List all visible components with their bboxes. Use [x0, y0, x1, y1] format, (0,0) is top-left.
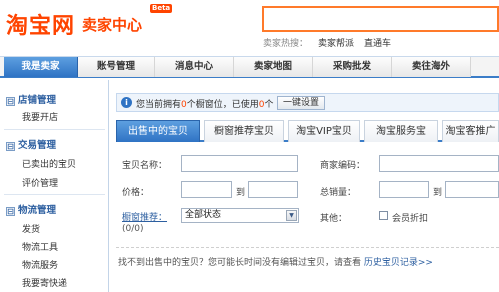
tab-taobaoke[interactable]: 淘宝客推广 [442, 120, 499, 142]
tab-vip-items[interactable]: 淘宝VIP宝贝 [288, 120, 360, 142]
collapse-icon[interactable]: ⊟ [6, 207, 15, 216]
item-name-input[interactable] [181, 155, 298, 172]
sidebar-section-label: 交易管理 [18, 140, 57, 151]
window-status-value: 全部状态 [185, 210, 222, 220]
sales-to-label: 到 [433, 188, 443, 198]
window-status-select[interactable]: 全部状态 ▼ [181, 208, 299, 223]
hot-search-label: 卖家热搜： [263, 39, 309, 49]
tab-service-items[interactable]: 淘宝服务宝 [364, 120, 438, 142]
sidebar-item-reviews[interactable]: 评价管理 [22, 176, 58, 189]
merchant-code-label: 商家编码： [320, 161, 366, 171]
sidebar-item-send-express[interactable]: 我要寄快递 [22, 276, 67, 289]
sidebar-item-logistics-service[interactable]: 物流服务 [22, 258, 58, 271]
main-nav: 我是卖家 账号管理 消息中心 卖家地图 采购批发 卖往海外 [0, 56, 499, 78]
sidebar-section-label: 店铺管理 [18, 95, 57, 106]
tab-on-sale[interactable]: 出售中的宝贝 [116, 120, 200, 142]
beta-badge: Beta [150, 4, 173, 13]
seller-center-title: 卖家中心 [82, 16, 143, 34]
history-records-link[interactable]: 历史宝贝记录>> [364, 258, 433, 268]
sales-max-input[interactable] [445, 181, 499, 198]
sidebar-item-logistics-tools[interactable]: 物流工具 [22, 240, 58, 253]
sidebar-item-sold[interactable]: 已卖出的宝贝 [22, 157, 76, 170]
window-notice: i 您当前拥有0个橱窗位，已使用0个 一键设置 [116, 93, 499, 112]
item-name-label: 宝贝名称： [122, 161, 168, 171]
history-tip-text: 找不到出售中的宝贝？您可能长时间没有编辑过宝贝，请查看 [118, 258, 362, 268]
nav-tab-messages[interactable]: 消息中心 [155, 57, 234, 77]
search-input[interactable] [262, 6, 499, 32]
info-icon: i [121, 97, 132, 108]
price-min-input[interactable] [181, 181, 232, 198]
hot-link-ztc[interactable]: 直通车 [364, 39, 391, 49]
collapse-icon[interactable]: ⊟ [6, 97, 15, 106]
notice-text-part: 个橱窗位，已使用 [186, 100, 259, 110]
price-max-input[interactable] [248, 181, 298, 198]
nav-tab-wholesale[interactable]: 采购批发 [313, 57, 392, 77]
sidebar-item-open-store[interactable]: 我要开店 [22, 110, 58, 123]
hot-link-seller-group[interactable]: 卖家帮派 [318, 39, 354, 49]
divider [116, 247, 499, 248]
sidebar-section-logistics[interactable]: ⊟ 物流管理 [6, 202, 56, 216]
sidebar: ⊟ 店铺管理 我要开店 ⊟ 交易管理 已卖出的宝贝 评价管理 ⊟ 物流管理 发货 物流… [0, 80, 109, 292]
nav-tab-seller[interactable]: 我是卖家 [4, 57, 78, 77]
nav-tab-seller-map[interactable]: 卖家地图 [234, 57, 313, 77]
sidebar-divider [4, 129, 105, 130]
notice-text: 您当前拥有0个橱窗位，已使用0个 [136, 97, 274, 110]
price-to-label: 到 [236, 188, 246, 198]
sales-min-input[interactable] [379, 181, 429, 198]
collapse-icon[interactable]: ⊟ [6, 142, 15, 151]
other-label: 其他： [320, 214, 348, 224]
window-recommend-count: (0/0) [122, 224, 144, 234]
window-recommend-label[interactable]: 橱窗推荐： [122, 210, 167, 223]
member-discount-checkbox[interactable] [379, 211, 388, 220]
sidebar-section-store[interactable]: ⊟ 店铺管理 [6, 92, 56, 106]
item-tabs: 出售中的宝贝 橱窗推荐宝贝 淘宝VIP宝贝 淘宝服务宝 淘宝客推广 [116, 118, 499, 142]
price-label: 价格： [122, 188, 150, 198]
history-tip: 找不到出售中的宝贝？您可能长时间没有编辑过宝贝，请查看 历史宝贝记录>> [118, 255, 433, 268]
hot-search-row: 卖家热搜： 卖家帮派 直通车 [263, 36, 391, 49]
total-sales-label: 总销量： [320, 188, 357, 198]
nav-tab-account[interactable]: 账号管理 [78, 57, 155, 77]
nav-tab-overseas[interactable]: 卖往海外 [392, 57, 471, 77]
sidebar-item-ship[interactable]: 发货 [22, 222, 40, 235]
member-discount-label: 会员折扣 [392, 214, 429, 224]
header: 淘宝网 卖家中心 Beta 卖家热搜： 卖家帮派 直通车 [0, 0, 499, 55]
merchant-code-input[interactable] [379, 155, 499, 172]
notice-text-part: 个 [264, 100, 274, 110]
sidebar-section-label: 物流管理 [18, 205, 57, 216]
chevron-down-icon: ▼ [286, 210, 297, 221]
taobao-logo[interactable]: 淘宝网 [6, 8, 75, 40]
one-click-setup-button[interactable]: 一键设置 [277, 96, 326, 110]
sidebar-divider [4, 194, 105, 195]
tab-window-recommend[interactable]: 橱窗推荐宝贝 [204, 120, 284, 142]
sidebar-section-trade[interactable]: ⊟ 交易管理 [6, 137, 56, 151]
notice-text-part: 您当前拥有 [136, 100, 182, 110]
